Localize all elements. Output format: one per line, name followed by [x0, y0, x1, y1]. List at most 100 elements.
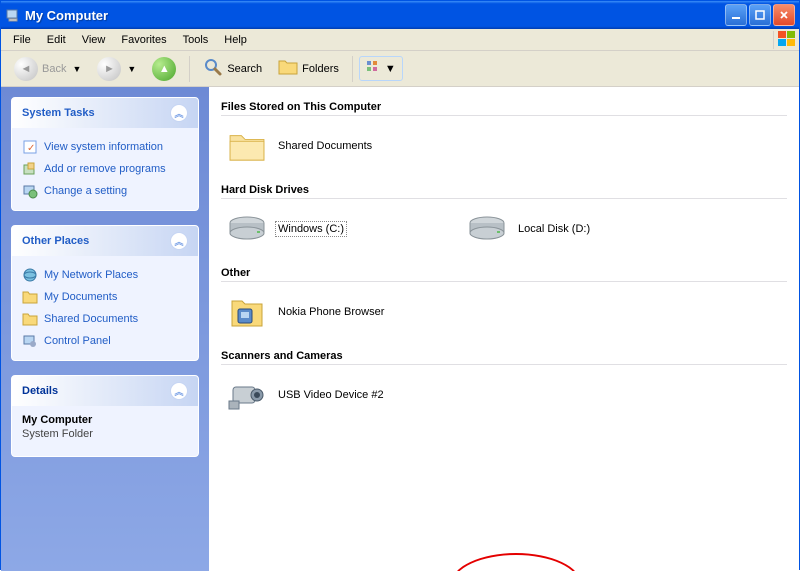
link-label: Shared Documents: [44, 313, 138, 325]
panel-body: My Network Places My Documents Shared Do…: [12, 256, 198, 360]
item-label: Nokia Phone Browser: [275, 304, 387, 320]
item-label: USB Video Device #2: [275, 387, 387, 403]
control-panel-icon: [22, 333, 38, 349]
up-folder-icon: ▲: [152, 57, 176, 81]
item-usb-video[interactable]: USB Video Device #2: [227, 375, 427, 415]
separator: [189, 56, 190, 82]
views-button[interactable]: ▼: [359, 56, 403, 81]
link-view-system-info[interactable]: ✓ View system information: [22, 136, 188, 158]
section-header-other: Other: [221, 267, 787, 282]
section-header-scanners: Scanners and Cameras: [221, 350, 787, 365]
menu-file[interactable]: File: [5, 32, 39, 48]
section-header-files: Files Stored on This Computer: [221, 101, 787, 116]
link-shared-documents[interactable]: Shared Documents: [22, 308, 188, 330]
up-button[interactable]: ▲: [145, 52, 183, 86]
panel-header-other-places[interactable]: Other Places ︽: [12, 226, 198, 256]
window-title: My Computer: [25, 8, 725, 23]
window-body: System Tasks ︽ ✓ View system information…: [1, 87, 799, 571]
link-label: Control Panel: [44, 335, 111, 347]
panel-system-tasks: System Tasks ︽ ✓ View system information…: [11, 97, 199, 211]
phone-folder-icon: [227, 292, 267, 332]
panel-header-system-tasks[interactable]: System Tasks ︽: [12, 98, 198, 128]
link-label: Add or remove programs: [44, 163, 166, 175]
windows-flag-icon: [773, 31, 795, 49]
svg-text:✓: ✓: [27, 143, 35, 154]
forward-arrow-icon: ►: [97, 57, 121, 81]
drive-icon: [467, 209, 507, 249]
titlebar: My Computer: [1, 1, 799, 29]
camera-icon: [227, 375, 267, 415]
folders-label: Folders: [302, 63, 339, 75]
details-type: System Folder: [22, 428, 188, 440]
drive-icon: [227, 209, 267, 249]
link-network-places[interactable]: My Network Places: [22, 264, 188, 286]
panel-body: ✓ View system information Add or remove …: [12, 128, 198, 210]
item-label: Shared Documents: [275, 138, 375, 154]
settings-icon: [22, 183, 38, 199]
item-label: Local Disk (D:): [515, 221, 593, 237]
search-button[interactable]: Search: [196, 52, 269, 85]
maximize-button[interactable]: [749, 4, 771, 26]
info-icon: ✓: [22, 139, 38, 155]
link-my-documents[interactable]: My Documents: [22, 286, 188, 308]
dropdown-icon: ▼: [125, 64, 136, 74]
chevron-up-icon: ︽: [170, 104, 188, 122]
back-arrow-icon: ◄: [14, 57, 38, 81]
link-label: View system information: [44, 141, 163, 153]
folders-button[interactable]: Folders: [271, 53, 346, 84]
dropdown-icon: ▼: [385, 63, 396, 75]
chevron-up-icon: ︽: [170, 232, 188, 250]
panel-other-places: Other Places ︽ My Network Places My Docu…: [11, 225, 199, 361]
back-button[interactable]: ◄ Back ▼: [7, 52, 88, 86]
back-label: Back: [42, 63, 66, 75]
item-drive-d[interactable]: Local Disk (D:): [467, 209, 667, 249]
item-drive-c[interactable]: Windows (C:): [227, 209, 427, 249]
separator: [352, 56, 353, 82]
panel-title: System Tasks: [22, 107, 95, 119]
chevron-up-icon: ︽: [170, 382, 188, 400]
section-items: Shared Documents: [221, 126, 787, 166]
red-circle-annotation: [451, 553, 581, 571]
item-label: Windows (C:): [275, 221, 347, 237]
search-label: Search: [227, 63, 262, 75]
menu-edit[interactable]: Edit: [39, 32, 74, 48]
content-area[interactable]: Files Stored on This Computer Shared Doc…: [209, 87, 799, 571]
link-label: My Documents: [44, 291, 117, 303]
section-items: Windows (C:) Local Disk (D:): [221, 209, 787, 249]
section-header-drives: Hard Disk Drives: [221, 184, 787, 199]
window-controls: [725, 4, 795, 26]
computer-icon: [5, 7, 21, 23]
panel-title: Details: [22, 385, 58, 397]
network-icon: [22, 267, 38, 283]
folder-icon: [22, 311, 38, 327]
link-change-setting[interactable]: Change a setting: [22, 180, 188, 202]
section-items: Nokia Phone Browser: [221, 292, 787, 332]
link-label: My Network Places: [44, 269, 138, 281]
menu-tools[interactable]: Tools: [175, 32, 217, 48]
panel-details: Details ︽ My Computer System Folder: [11, 375, 199, 457]
panel-body: My Computer System Folder: [12, 406, 198, 456]
folder-icon: [227, 126, 267, 166]
link-control-panel[interactable]: Control Panel: [22, 330, 188, 352]
dropdown-icon: ▼: [70, 64, 81, 74]
minimize-button[interactable]: [725, 4, 747, 26]
panel-title: Other Places: [22, 235, 89, 247]
programs-icon: [22, 161, 38, 177]
details-name: My Computer: [22, 414, 188, 426]
item-shared-documents[interactable]: Shared Documents: [227, 126, 427, 166]
panel-header-details[interactable]: Details ︽: [12, 376, 198, 406]
views-icon: [366, 60, 382, 77]
section-items: USB Video Device #2: [221, 375, 787, 415]
toolbar: ◄ Back ▼ ► ▼ ▲ Search Folders ▼: [1, 51, 799, 87]
menu-help[interactable]: Help: [216, 32, 255, 48]
forward-button[interactable]: ► ▼: [90, 52, 143, 86]
close-button[interactable]: [773, 4, 795, 26]
menu-view[interactable]: View: [74, 32, 114, 48]
sidebar: System Tasks ︽ ✓ View system information…: [1, 87, 209, 571]
item-nokia-browser[interactable]: Nokia Phone Browser: [227, 292, 427, 332]
folders-icon: [278, 58, 298, 79]
menubar: File Edit View Favorites Tools Help: [1, 29, 799, 51]
menu-favorites[interactable]: Favorites: [113, 32, 174, 48]
folder-icon: [22, 289, 38, 305]
link-add-remove-programs[interactable]: Add or remove programs: [22, 158, 188, 180]
